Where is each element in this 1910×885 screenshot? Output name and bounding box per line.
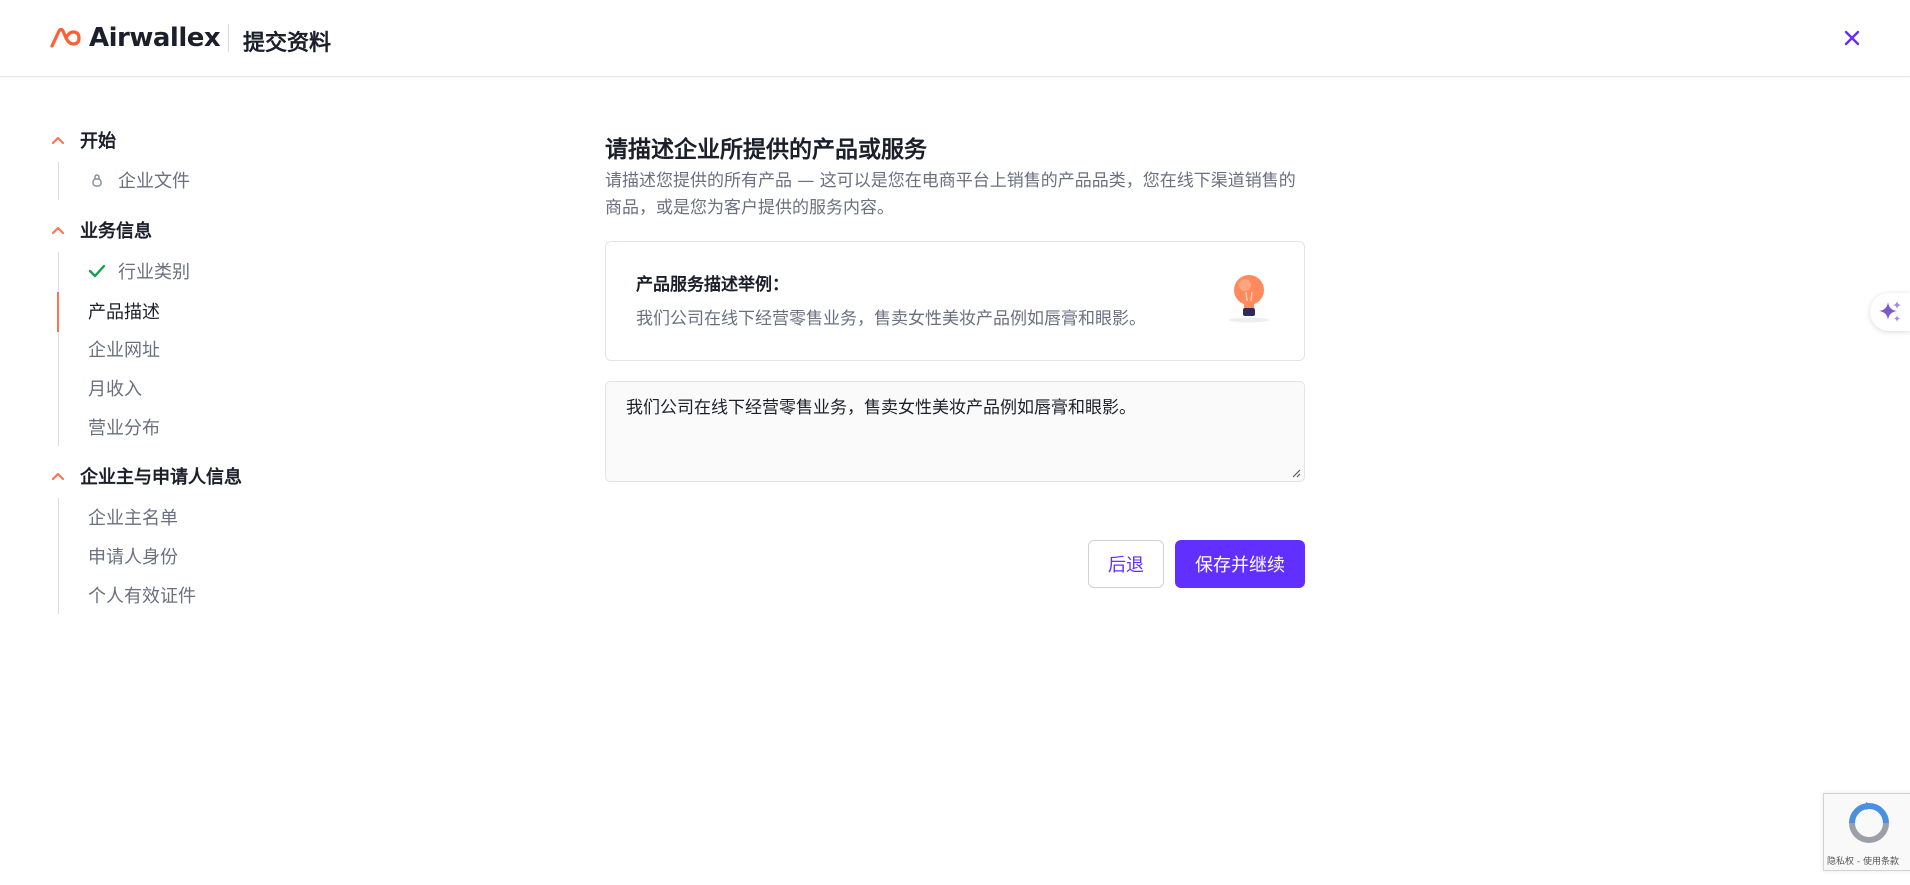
sidebar-item-label: 营业分布: [88, 418, 160, 439]
example-text: 我们公司在线下经营零售业务，售卖女性美妆产品例如唇膏和眼影。: [636, 309, 1146, 329]
brand-name: Airwallex: [89, 23, 221, 53]
close-button[interactable]: [1838, 24, 1866, 52]
page-title: 提交资料: [243, 31, 332, 56]
lock-icon: [88, 171, 106, 189]
close-icon: [1844, 30, 1860, 46]
chevron-up-icon: [51, 472, 65, 481]
textarea-value: 我们公司在线下经营零售业务，售卖女性美妆产品例如唇膏和眼影。: [626, 398, 1136, 418]
top-header: Airwallex 提交资料: [0, 0, 1910, 77]
question-title: 请描述企业所提供的产品或服务: [605, 137, 927, 163]
question-description: 请描述您提供的所有产品 — 这可以是您在电商平台上销售的产品品类，您在线下渠道销…: [605, 171, 1296, 218]
step-line: [58, 332, 59, 446]
sidebar-item-label: 个人有效证件: [88, 586, 196, 607]
airwallex-logo-icon: [50, 27, 81, 48]
sidebar-item-label: 企业网址: [88, 340, 160, 361]
check-icon: [88, 262, 106, 280]
sidebar-item-personal-id[interactable]: 个人有效证件: [88, 582, 196, 608]
sidebar-item-label: 月收入: [88, 379, 142, 400]
section-owners-applicant[interactable]: 企业主与申请人信息: [50, 464, 242, 488]
sidebar-item-label: 企业文件: [118, 171, 190, 192]
ai-assistant-button[interactable]: [1870, 293, 1910, 331]
product-description-textarea[interactable]: 我们公司在线下经营零售业务，售卖女性美妆产品例如唇膏和眼影。: [605, 381, 1305, 482]
section-label: 业务信息: [80, 221, 152, 242]
section-label: 企业主与申请人信息: [80, 467, 242, 488]
sidebar-item-label: 企业主名单: [88, 508, 178, 529]
chevron-up-icon: [51, 136, 65, 145]
sidebar-item-monthly-revenue[interactable]: 月收入: [88, 375, 142, 401]
sidebar-item-applicant-identity[interactable]: 申请人身份: [88, 543, 178, 569]
chevron-up-icon: [51, 226, 65, 235]
sidebar-item-owner-list[interactable]: 企业主名单: [88, 504, 178, 530]
header-divider: [228, 24, 229, 52]
section-business-info[interactable]: 业务信息: [50, 218, 152, 242]
sparkle-icon: [1879, 301, 1901, 322]
sidebar-item-label: 申请人身份: [88, 547, 178, 568]
sidebar-item-website[interactable]: 企业网址: [88, 336, 160, 362]
sidebar-item-company-documents[interactable]: 企业文件: [88, 167, 190, 193]
section-start[interactable]: 开始: [50, 128, 116, 152]
step-line: [58, 252, 59, 292]
sidebar-item-label: 行业类别: [118, 262, 190, 283]
back-button[interactable]: 后退: [1088, 540, 1164, 588]
recaptcha-icon: [1849, 802, 1889, 843]
sidebar-item-business-distribution[interactable]: 营业分布: [88, 414, 160, 440]
lightbulb-icon: [1229, 275, 1269, 323]
active-step-indicator: [57, 292, 59, 332]
example-card: 产品服务描述举例： 我们公司在线下经营零售业务，售卖女性美妆产品例如唇膏和眼影。: [605, 241, 1305, 361]
step-line: [58, 498, 59, 614]
section-label: 开始: [80, 131, 116, 152]
sidebar-item-industry[interactable]: 行业类别: [88, 258, 190, 284]
airwallex-logo: Airwallex: [49, 23, 221, 53]
example-title: 产品服务描述举例：: [636, 275, 789, 295]
recaptcha-badge[interactable]: 隐私权 - 使用条款: [1823, 793, 1910, 871]
step-line: [58, 162, 59, 200]
save-and-continue-button[interactable]: 保存并继续: [1175, 540, 1305, 588]
recaptcha-terms-link[interactable]: 隐私权 - 使用条款: [1827, 854, 1899, 867]
resize-handle-icon[interactable]: [1291, 468, 1301, 478]
sidebar-item-product-description[interactable]: 产品描述: [88, 298, 160, 324]
sidebar-item-label: 产品描述: [88, 302, 160, 323]
